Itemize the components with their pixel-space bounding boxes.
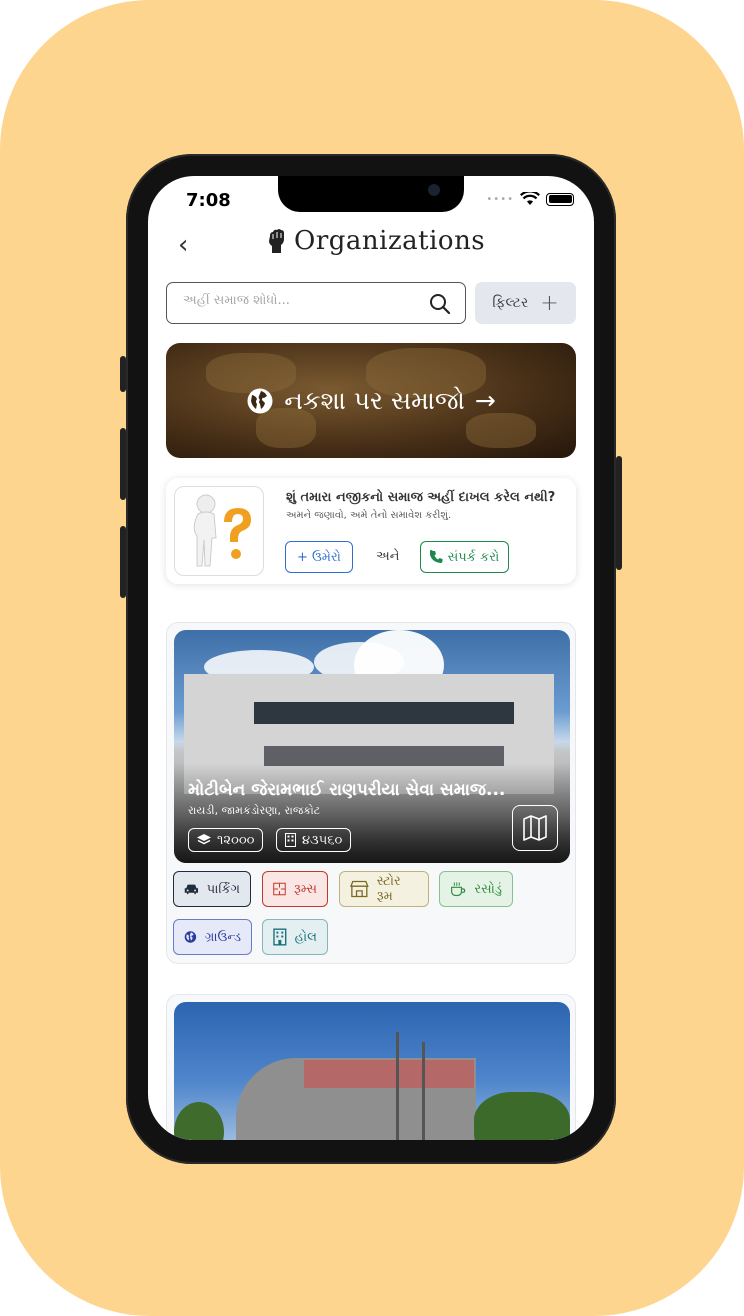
question-figure-image [174,486,264,576]
contact-button[interactable]: સંપર્ક કરો [420,541,509,573]
built-stat-value: ૪૩૫૬૦ [302,832,343,848]
organization-card[interactable]: મોટીબેન જેરામભાઈ રાણપરીયા સેવા સમાજ... ર… [166,622,576,964]
amenity-chip-store-room: સ્ટોર રૂમ [339,871,429,907]
phone-icon [429,550,443,563]
status-icons: •••• [486,192,574,206]
amenity-label: રૂમ્સ [293,881,317,897]
status-time: 7:08 [186,190,231,211]
plus-icon: + [540,290,559,316]
contact-button-label: સંપર્ક કરો [447,549,500,565]
organization-address: રાયડી, જામકંડોરણા, રાજકોટ [188,804,321,817]
amenity-chip-parking: પાર્કિંગ [173,871,251,907]
amenity-label: ગ્રાઉન્ડ [204,929,241,945]
car-icon [184,884,199,895]
top-bar: ‹ Organizations [148,226,594,266]
notch [278,176,464,212]
area-stat-value: ૧૨૦૦૦ [217,832,255,848]
battery-icon [546,192,574,206]
missing-org-subtitle: અમને જણાવો, અમે તેનો સમાવેશ કરીશું. [286,510,452,521]
amenity-chip-rooms: રૂમ્સ [262,871,328,907]
area-stat-badge: ૧૨૦૦૦ [188,828,264,852]
search-icon[interactable] [429,293,451,315]
chevron-left-icon[interactable]: ‹ [178,230,188,260]
map-banner-content: નકશા પર સમાજો → [246,386,496,416]
map-banner-label: નકશા પર સમાજો [284,385,465,415]
tree-shape [174,1102,224,1140]
organization-name: મોટીબેન જેરામભાઈ રાણપરીયા સેવા સમાજ... [188,780,506,800]
store-icon [350,880,369,898]
arrow-right-icon: → [474,386,496,415]
map-icon [523,815,547,841]
amenity-chip-kitchen: રસોડું [439,871,513,907]
filter-button[interactable]: ફિલ્ટર + [475,282,576,324]
mute-switch [120,356,126,392]
amenity-label: હોલ [294,929,317,945]
map-banner[interactable]: નકશા પર સમાજો → [166,343,576,458]
filter-label: ફિલ્ટર [492,295,529,311]
search-box[interactable] [166,282,466,324]
amenity-label: પાર્કિંગ [206,881,240,897]
amenity-chip-ground: ગ્રાઉન્ડ [173,919,252,955]
building-icon [285,833,296,847]
map-continent-shape [466,413,536,448]
organization-photo [174,1002,570,1140]
app-screen: 7:08 •••• ‹ Organizations ફિલ્ટર + નકશા … [148,176,594,1140]
page-title-group: Organizations [266,226,485,256]
search-input[interactable] [183,293,423,308]
layers-icon [197,834,211,845]
missing-org-card: શું તમારા નજીકનો સમાજ અહીં દાખલ કરેલ નથી… [166,478,576,584]
rooms-icon [273,882,286,896]
wifi-icon [520,192,540,205]
building-icon [273,928,287,946]
add-button[interactable]: + ઉમેરો [285,541,353,573]
organization-card[interactable] [166,994,576,1140]
raised-fist-icon [269,229,284,253]
organization-photo: મોટીબેન જેરામભાઈ રાણપરીયા સેવા સમાજ... ર… [174,630,570,863]
signal-icon: •••• [486,193,514,205]
and-text: અને [376,549,400,564]
utility-pole [422,1042,425,1140]
globe-icon [247,388,273,413]
question-person-icon [193,494,251,567]
power-button [616,456,622,570]
add-button-label: ઉમેરો [311,549,341,565]
amenity-label: સ્ટોર રૂમ [376,874,401,904]
volume-down-button [120,526,126,598]
front-camera [428,184,440,196]
roof-shape [304,1060,474,1088]
amenity-label: રસોડું [474,881,502,897]
built-stat-badge: ૪૩૫૬૦ [276,828,352,852]
cup-icon [451,882,466,897]
amenity-chip-hall: હોલ [262,919,328,955]
tree-shape [474,1092,570,1140]
view-map-button[interactable] [512,805,558,851]
volume-up-button [120,428,126,500]
globe-icon [184,931,197,943]
missing-org-question: શું તમારા નજીકનો સમાજ અહીં દાખલ કરેલ નથી… [286,490,556,505]
utility-pole [396,1032,399,1140]
plus-icon: + [297,549,308,565]
page-title: Organizations [294,226,486,256]
